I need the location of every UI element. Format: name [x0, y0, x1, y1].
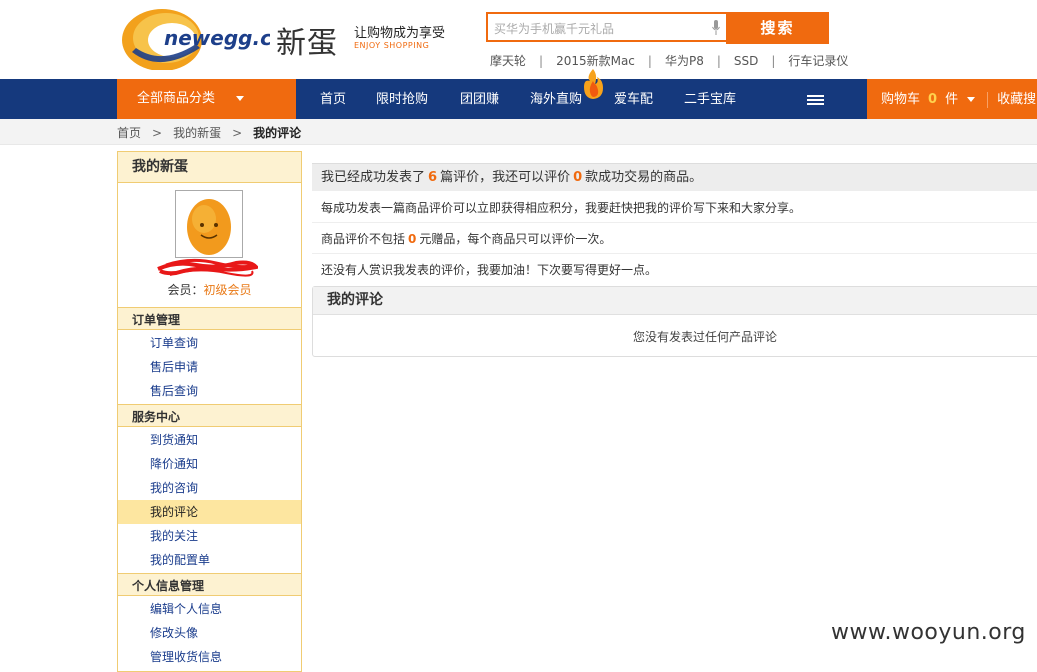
separator: | — [647, 54, 652, 68]
chevron-down-icon — [236, 96, 244, 101]
sidebar-item-arrival-notice[interactable]: 到货通知 — [118, 428, 301, 452]
review-count: 6 — [428, 170, 438, 185]
pending-review-count: 0 — [573, 170, 583, 185]
menu-icon[interactable] — [807, 95, 824, 105]
all-categories-label: 全部商品分类 — [137, 91, 216, 106]
redacted-username — [157, 258, 258, 277]
breadcrumb-bar: 首页 > 我的新蛋 > 我的评论 — [0, 119, 1037, 145]
cart-button[interactable]: 购物车 0 件 收藏搜 — [867, 79, 1037, 119]
divider — [987, 91, 989, 108]
nav-link-secondhand[interactable]: 二手宝库 — [684, 79, 736, 119]
hot-word-link[interactable]: 行车记录仪 — [788, 54, 848, 68]
search-box — [486, 12, 726, 42]
all-categories-menu[interactable]: 全部商品分类 — [117, 79, 296, 119]
svg-text:newegg.cn: newegg.cn — [164, 26, 270, 50]
slogan: 让购物成为享受 — [354, 26, 446, 41]
breadcrumb-my-newegg[interactable]: 我的新蛋 — [173, 126, 221, 140]
summary-text: 篇评价，我还可以评价 — [440, 170, 571, 185]
sidebar-section-service: 服务中心 — [118, 404, 301, 427]
sidebar-item-my-follows[interactable]: 我的关注 — [118, 524, 301, 548]
breadcrumb: 首页 > 我的新蛋 > 我的评论 — [117, 124, 301, 141]
review-summary: 我已经成功发表了 6 篇评价，我还可以评价 0 款成功交易的商品。 — [312, 163, 1037, 191]
microphone-icon[interactable] — [712, 20, 720, 36]
chevron-down-icon — [967, 97, 976, 102]
review-note-rules: 商品评价不包括 0 元赠品，每个商品只可以评价一次。 — [312, 224, 1037, 254]
nav-link-flash-sale[interactable]: 限时抢购 — [376, 79, 428, 119]
note-text: 商品评价不包括 — [321, 232, 406, 246]
sidebar-item-order-query[interactable]: 订单查询 — [118, 331, 301, 355]
summary-text: 我已经成功发表了 — [321, 170, 426, 185]
sidebar-section-personal: 个人信息管理 — [118, 573, 301, 596]
newegg-logo[interactable]: newegg.cn — [120, 4, 270, 70]
note-text: 元赠品，每个商品只可以评价一次。 — [419, 232, 612, 246]
cart-count: 0 — [928, 92, 938, 107]
sidebar-item-my-inquiries[interactable]: 我的咨询 — [118, 476, 301, 500]
hot-word-link[interactable]: SSD — [734, 54, 758, 68]
slogan-english: ENJOY SHOPPING — [354, 41, 430, 50]
member-level-label: 会员： — [167, 283, 204, 297]
sidebar-item-my-reviews[interactable]: 我的评论 — [118, 500, 301, 524]
my-reviews-panel: 我的评论 您没有发表过任何产品评论 — [312, 286, 1037, 357]
cart-unit: 件 — [945, 92, 959, 107]
review-note-appreciation: 还没有人赏识我发表的评价，我要加油！下次要写得更好一点。 — [321, 263, 658, 277]
nav-link-home[interactable]: 首页 — [320, 79, 346, 119]
avatar[interactable] — [175, 190, 243, 258]
search-button[interactable]: 搜索 — [726, 12, 829, 44]
search-input[interactable] — [492, 19, 706, 39]
summary-text: 款成功交易的商品。 — [585, 170, 703, 185]
review-note-points: 每成功发表一篇商品评价可以立即获得相应积分，我要赶快把我的评价写下来和大家分享。 — [312, 193, 1037, 223]
main-nav: 全部商品分类 首页 限时抢购 团团赚 海外直购 爱车配 二手宝库 购物车 0 件 收藏… — [0, 79, 1037, 119]
separator: | — [771, 54, 776, 68]
egg-avatar-icon — [187, 199, 231, 255]
favorites-link[interactable]: 收藏搜 — [997, 92, 1036, 107]
hot-word-link[interactable]: 华为P8 — [665, 54, 704, 68]
sidebar-item-my-configs[interactable]: 我的配置单 — [118, 548, 301, 572]
sidebar-item-edit-profile[interactable]: 编辑个人信息 — [118, 597, 301, 621]
sidebar-section-orders: 订单管理 — [118, 307, 301, 330]
breadcrumb-separator: > — [152, 126, 163, 140]
site-header: newegg.cn 新蛋 让购物成为享受 ENJOY SHOPPING 搜索 摩… — [0, 0, 1037, 79]
breadcrumb-current: 我的评论 — [253, 126, 302, 140]
empty-reviews-message: 您没有发表过任何产品评论 — [632, 330, 777, 344]
sidebar-item-price-notice[interactable]: 降价通知 — [118, 452, 301, 476]
member-level-value[interactable]: 初级会员 — [204, 283, 252, 297]
cart-label: 购物车 — [881, 92, 921, 107]
nav-link-group[interactable]: 团团赚 — [460, 79, 499, 119]
flame-icon — [584, 69, 603, 99]
hot-word-link[interactable]: 2015新款Mac — [556, 54, 635, 68]
separator: | — [716, 54, 721, 68]
watermark: www.wooyun.org — [831, 620, 1026, 645]
sidebar-item-change-avatar[interactable]: 修改头像 — [118, 621, 301, 645]
separator: | — [539, 54, 544, 68]
logo-chinese: 新蛋 — [276, 26, 338, 61]
member-level: 会员：初级会员 — [118, 281, 301, 298]
sidebar-item-aftersale-apply[interactable]: 售后申请 — [118, 355, 301, 379]
sidebar-title: 我的新蛋 — [118, 151, 301, 183]
nav-link-overseas[interactable]: 海外直购 — [530, 79, 582, 119]
breadcrumb-home[interactable]: 首页 — [117, 126, 141, 140]
account-sidebar: 我的新蛋 会员：初级会员 订单管理 订单查询 售后申请 售后查询 服务中心 到货… — [117, 151, 302, 672]
panel-title: 我的评论 — [313, 287, 1037, 315]
breadcrumb-separator: > — [232, 126, 243, 140]
gift-amount: 0 — [408, 232, 417, 246]
hot-search-words: 摩天轮 | 2015新款Mac | 华为P8 | SSD | 行车记录仪 — [490, 52, 848, 69]
hot-word-link[interactable]: 摩天轮 — [490, 54, 526, 68]
sidebar-item-aftersale-query[interactable]: 售后查询 — [118, 379, 301, 403]
nav-link-car[interactable]: 爱车配 — [614, 79, 653, 119]
sidebar-item-manage-address[interactable]: 管理收货信息 — [118, 645, 301, 669]
